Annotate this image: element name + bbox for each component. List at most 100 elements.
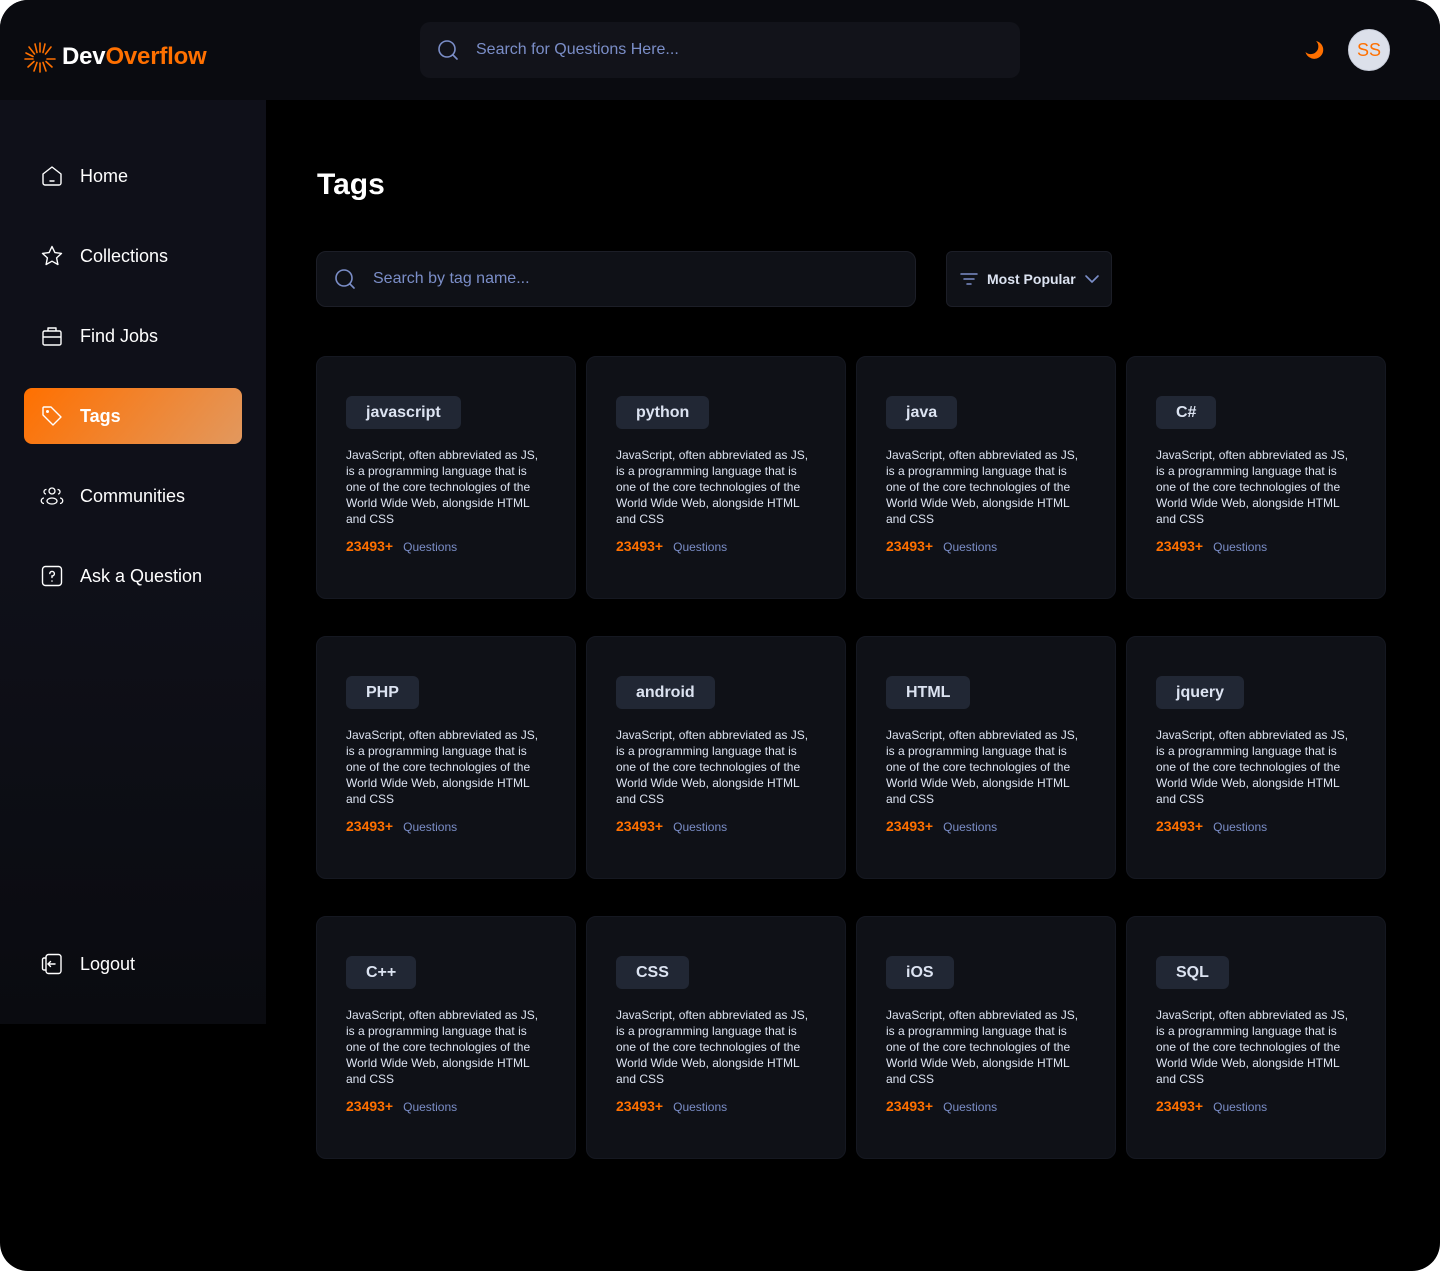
star-icon: [41, 245, 63, 266]
tag-stats: 23493+ Questions: [346, 1098, 546, 1114]
tag-name[interactable]: javascript: [346, 396, 461, 429]
tag-name[interactable]: iOS: [886, 956, 954, 989]
question-count: 23493+: [616, 538, 664, 554]
tag-search-input[interactable]: [373, 270, 873, 288]
tag-card[interactable]: C# JavaScript, often abbreviated as JS, …: [1126, 356, 1386, 599]
tag-description: JavaScript, often abbreviated as JS, is …: [1156, 448, 1349, 526]
sidebar-item-label: Communities: [80, 485, 186, 506]
tag-description: JavaScript, often abbreviated as JS, is …: [346, 1008, 539, 1086]
question-count-label: Questions: [673, 540, 728, 554]
filter-icon: [960, 273, 978, 285]
question-count: 23493+: [346, 1098, 394, 1114]
tag-stats: 23493+ Questions: [1156, 538, 1356, 554]
tag-name[interactable]: SQL: [1156, 956, 1229, 989]
tag-stats: 23493+ Questions: [346, 538, 546, 554]
tag-name[interactable]: java: [886, 396, 958, 429]
search-icon: [438, 40, 458, 60]
question-count: 23493+: [346, 538, 394, 554]
tag-card[interactable]: javascript JavaScript, often abbreviated…: [316, 356, 576, 599]
question-count: 23493+: [886, 818, 934, 834]
tag-card[interactable]: android JavaScript, often abbreviated as…: [586, 636, 846, 879]
tag-search-bar[interactable]: [316, 251, 916, 307]
tag-name[interactable]: HTML: [886, 676, 971, 709]
tag-description: JavaScript, often abbreviated as JS, is …: [886, 1008, 1079, 1086]
sidebar-item-communities[interactable]: Communities: [24, 468, 242, 524]
question-count-label: Questions: [1213, 820, 1268, 834]
question-count-label: Questions: [943, 540, 998, 554]
question-count: 23493+: [886, 1098, 934, 1114]
page-title: Tags: [317, 168, 385, 201]
question-count: 23493+: [886, 538, 934, 554]
tag-stats: 23493+ Questions: [616, 1098, 816, 1114]
question-count-label: Questions: [403, 820, 458, 834]
sidebar-item-collections[interactable]: Collections: [24, 228, 242, 284]
sidebar-item-home[interactable]: Home: [24, 148, 242, 204]
sidebar-item-label: Home: [80, 165, 129, 186]
tag-card[interactable]: iOS JavaScript, often abbreviated as JS,…: [856, 916, 1116, 1159]
question-count: 23493+: [1156, 538, 1204, 554]
tag-card[interactable]: HTML JavaScript, often abbreviated as JS…: [856, 636, 1116, 879]
home-icon: [42, 166, 62, 186]
global-search-bar[interactable]: [420, 22, 1020, 78]
tag-stats: 23493+ Questions: [346, 818, 546, 834]
question-count-label: Questions: [673, 1100, 728, 1114]
tag-stats: 23493+ Questions: [886, 818, 1086, 834]
global-search-input[interactable]: [476, 41, 976, 59]
question-count-label: Questions: [673, 820, 728, 834]
tag-card[interactable]: C++ JavaScript, often abbreviated as JS,…: [316, 916, 576, 1159]
tag-name[interactable]: jquery: [1156, 676, 1245, 709]
sidebar-item-label: Find Jobs: [80, 325, 159, 346]
tag-description: JavaScript, often abbreviated as JS, is …: [886, 728, 1079, 806]
tag-stats: 23493+ Questions: [616, 818, 816, 834]
tag-card[interactable]: python JavaScript, often abbreviated as …: [586, 356, 846, 599]
logout-button[interactable]: Logout: [24, 936, 242, 992]
tag-card[interactable]: PHP JavaScript, often abbreviated as JS,…: [316, 636, 576, 879]
users-icon: [40, 487, 64, 505]
sort-filter-select[interactable]: Most Popular: [946, 251, 1112, 307]
left-sidebar: Home Collections Find Jobs Tags Communit…: [0, 100, 266, 1024]
tag-card[interactable]: java JavaScript, often abbreviated as JS…: [856, 356, 1116, 599]
logo-text-suffix: Overflow: [105, 43, 207, 70]
tag-description: JavaScript, often abbreviated as JS, is …: [346, 728, 539, 806]
logo-text: DevOverflow: [62, 43, 207, 71]
tag-card[interactable]: SQL JavaScript, often abbreviated as JS,…: [1126, 916, 1386, 1159]
avatar[interactable]: SS: [1348, 29, 1390, 71]
logo-icon: [24, 42, 56, 73]
tag-stats: 23493+ Questions: [1156, 818, 1356, 834]
tag-name[interactable]: C#: [1156, 396, 1217, 429]
tag-name[interactable]: python: [616, 396, 710, 429]
sidebar-item-label: Ask a Question: [80, 565, 203, 586]
sidebar-item-ask-question[interactable]: Ask a Question: [24, 548, 242, 604]
logout-icon: [41, 953, 62, 975]
logo-text-prefix: Dev: [62, 43, 106, 70]
search-icon: [335, 269, 355, 289]
tag-card[interactable]: jquery JavaScript, often abbreviated as …: [1126, 636, 1386, 879]
tag-grid: javascript JavaScript, often abbreviated…: [316, 356, 1386, 1159]
question-count: 23493+: [1156, 1098, 1204, 1114]
tag-name[interactable]: CSS: [616, 956, 689, 989]
logout-label: Logout: [80, 953, 136, 974]
tag-description: JavaScript, often abbreviated as JS, is …: [346, 448, 539, 526]
sidebar-item-label: Collections: [80, 245, 169, 266]
question-count-label: Questions: [1213, 540, 1268, 554]
sidebar-item-find-jobs[interactable]: Find Jobs: [24, 308, 242, 364]
question-count: 23493+: [616, 1098, 664, 1114]
tag-icon: [42, 406, 62, 426]
tag-name[interactable]: android: [616, 676, 715, 709]
tag-name[interactable]: PHP: [346, 676, 419, 709]
tag-name[interactable]: C++: [346, 956, 417, 989]
tag-card[interactable]: CSS JavaScript, often abbreviated as JS,…: [586, 916, 846, 1159]
moon-icon[interactable]: [1302, 38, 1326, 62]
sidebar-item-label: Tags: [80, 405, 121, 426]
tag-description: JavaScript, often abbreviated as JS, is …: [886, 448, 1079, 526]
chevron-down-icon: [1084, 275, 1099, 283]
logo[interactable]: DevOverflow: [24, 40, 207, 74]
tag-stats: 23493+ Questions: [616, 538, 816, 554]
briefcase-icon: [42, 327, 62, 346]
sidebar-item-tags[interactable]: Tags: [24, 388, 242, 444]
tag-description: JavaScript, often abbreviated as JS, is …: [1156, 1008, 1349, 1086]
sort-filter-value: Most Popular: [987, 271, 1076, 287]
tag-stats: 23493+ Questions: [1156, 1098, 1356, 1114]
top-navbar: DevOverflow SS: [0, 0, 1440, 100]
question-icon: [41, 565, 63, 587]
